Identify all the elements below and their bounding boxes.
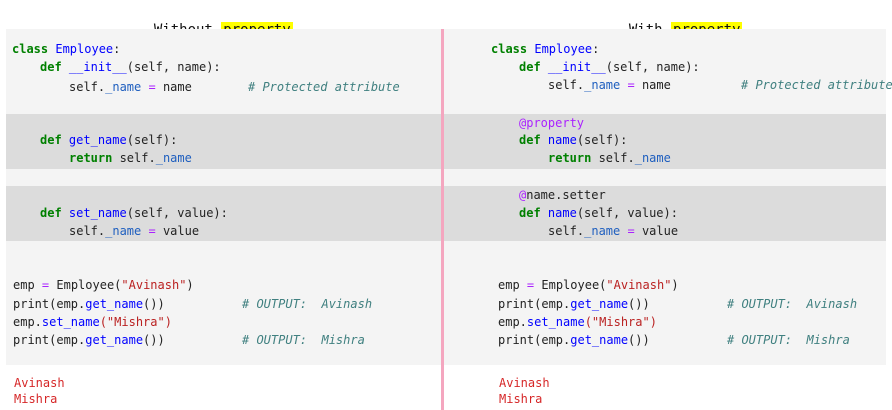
right-comment-protected: # Protected attribute <box>741 78 892 92</box>
right-line-getter-def: def name(self): <box>519 133 628 147</box>
right-line-setter-decorator: @name.setter <box>519 188 606 202</box>
left-line-print1: print(emp.get_name()) <box>13 297 165 311</box>
left-comment-out1: # OUTPUT: Avinash <box>242 297 373 311</box>
left-line-setname: emp.set_name("Mishra") <box>13 315 172 329</box>
left-line-emp: emp = Employee("Avinash") <box>13 278 194 292</box>
left-output-line1: Avinash <box>14 376 65 390</box>
left-line-print2: print(emp.get_name()) <box>13 333 165 347</box>
right-code-panel: class Employee: def __init__(self, name)… <box>444 29 892 365</box>
left-line-getter-return: return self._name <box>69 151 192 165</box>
right-line-init: def __init__(self, name): <box>519 60 700 74</box>
right-line-print2: print(emp.get_name()) <box>498 333 650 347</box>
right-line-print1: print(emp.get_name()) <box>498 297 650 311</box>
left-comment-protected: # Protected attribute <box>248 80 400 94</box>
left-line-getter-def: def get_name(self): <box>40 133 178 147</box>
left-line-init: def __init__(self, name): <box>40 60 221 74</box>
left-line-class: class Employee: <box>12 42 121 56</box>
left-line-setter-assign: self._name = value <box>69 224 200 238</box>
right-line-setter-def: def name(self, value): <box>519 206 678 220</box>
right-line-setname: emp.set_name("Mishra") <box>498 315 657 329</box>
left-output-line2: Mishra <box>14 392 58 406</box>
right-comment-out2: # OUTPUT: Mishra <box>727 333 850 347</box>
right-line-setter-assign: self._name = value <box>548 224 679 238</box>
right-output-line2: Mishra <box>499 392 543 406</box>
left-line-setter-def: def set_name(self, value): <box>40 206 228 220</box>
right-line-emp: emp = Employee("Avinash") <box>498 278 679 292</box>
left-line-assign: self._name = name <box>69 80 192 94</box>
right-output-line1: Avinash <box>499 376 550 390</box>
right-comment-out1: # OUTPUT: Avinash <box>727 297 858 311</box>
right-line-getter-return: return self._name <box>548 151 671 165</box>
right-line-property-decorator: @property <box>519 116 585 130</box>
left-comment-out2: # OUTPUT: Mishra <box>242 333 365 347</box>
right-line-assign: self._name = name <box>548 78 671 92</box>
left-code-panel: class Employee: def __init__(self, name)… <box>6 29 441 365</box>
right-line-class: class Employee: <box>491 42 600 56</box>
